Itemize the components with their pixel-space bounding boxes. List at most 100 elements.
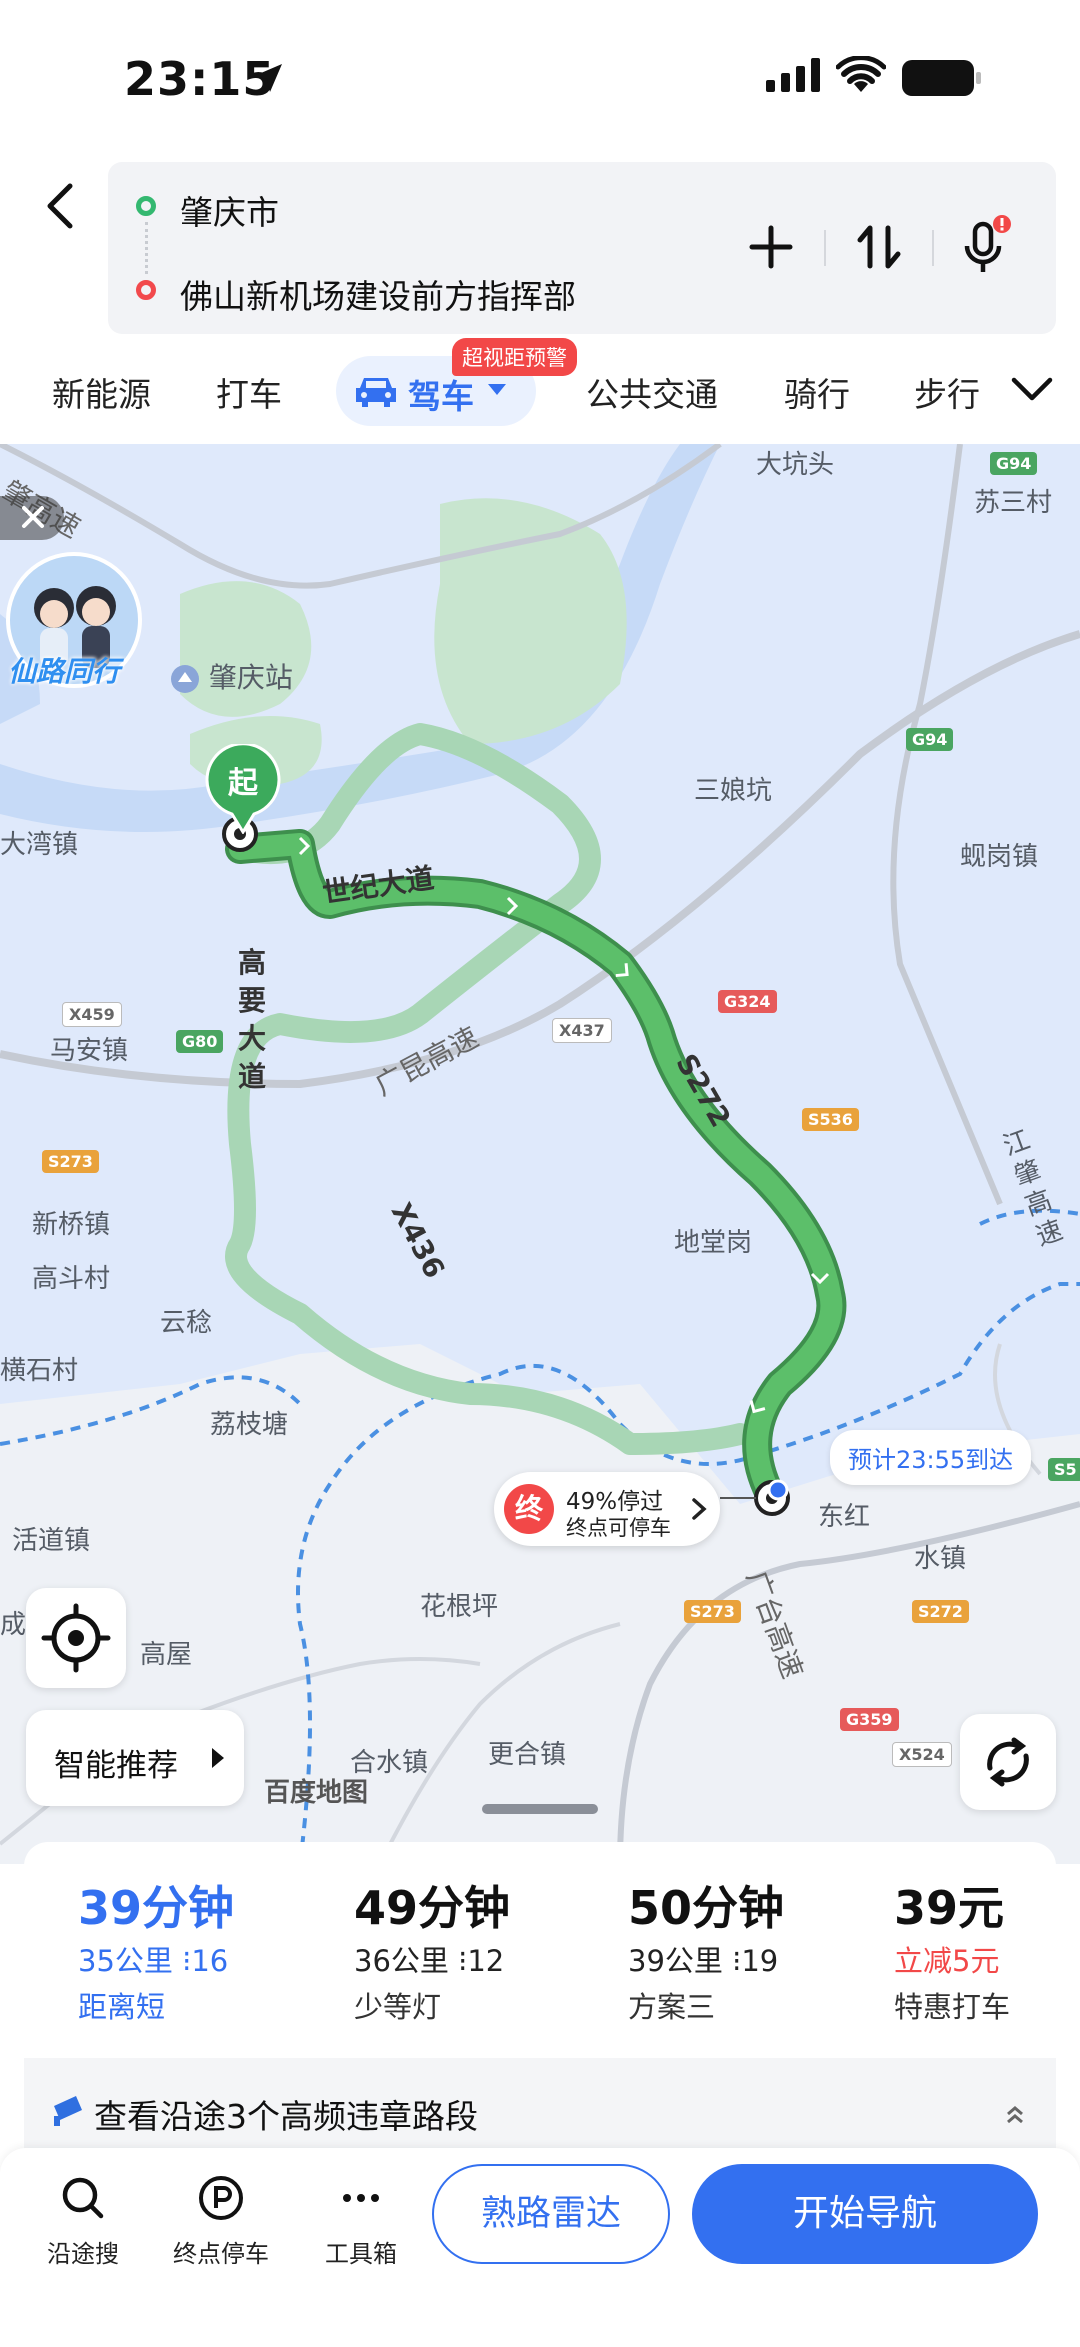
provincial-road-tag: S273 [42,1150,99,1173]
destination-parking-chip[interactable]: 终 49%停过 终点可停车 [494,1472,720,1546]
close-overlay-button[interactable] [0,496,64,540]
tab-new-energy[interactable]: 新能源 [52,368,151,416]
origin-field[interactable]: 肇庆市 [180,186,279,234]
back-chevron-icon[interactable] [40,180,80,232]
sheet-drag-handle[interactable] [482,1804,598,1814]
tab-public-transit[interactable]: 公共交通 [586,368,718,416]
plan-note: 距离短 [78,1990,166,2024]
destination-field[interactable]: 佛山新机场建设前方指挥部 [180,270,576,318]
map-label: 活道镇 [12,1526,91,1556]
map-label: 更合镇 [488,1740,567,1770]
route-plan-option[interactable]: 50分钟 39公里 ⁝19 方案三 [628,1872,784,2026]
map-label: 马安镇 [50,1036,129,1066]
route-plan-option[interactable]: 49分钟 36公里 ⁝12 少等灯 [354,1872,510,2026]
highway-tag: S5 [1048,1458,1080,1481]
provincial-road-tag: S273 [684,1600,741,1623]
close-icon [22,506,44,528]
highway-tag: G94 [990,452,1038,475]
tab-cycling[interactable]: 骑行 [784,368,850,416]
avatar-label: 仙路同行 [8,655,121,688]
traffic-light-icon: ⁝ [182,1944,192,1978]
plan-distance: 35公里 ⁝16 [78,1938,234,1978]
route-connector [145,222,148,274]
smart-recommend-label: 智能推荐 [54,1748,178,1784]
chevron-down-icon[interactable] [1010,374,1054,404]
plan-lights: 12 [467,1944,505,1978]
crosshair-icon [41,1603,111,1673]
add-waypoint-icon[interactable] [736,212,806,282]
destination-parking-button[interactable]: 终点停车 [166,2168,276,2269]
divider [932,230,934,266]
train-station-icon [171,665,199,693]
map-label: 云稔 [160,1308,213,1338]
start-navigation-button[interactable]: 开始导航 [692,2164,1038,2264]
start-pin-label: 起 [228,766,258,801]
eta-label: 预计23:55到达 [830,1430,1032,1485]
plan-note: 特惠打车 [894,1990,1011,2024]
parking-note: 终点可停车 [566,1516,671,1540]
plan-duration: 49分钟 [354,1881,511,1935]
wifi-icon [836,56,886,92]
refresh-route-button[interactable] [960,1714,1056,1810]
parking-rate: 49%停过 [566,1489,664,1515]
route-plans-panel: 39分钟 35公里 ⁝16 距离短 49分钟 36公里 ⁝12 少等灯 50分钟… [24,1842,1056,2058]
map-label: 地堂岗 [674,1228,753,1258]
swap-route-icon[interactable] [844,212,914,282]
plan-distance: 39公里 ⁝19 [628,1938,784,1978]
plan-duration: 39分钟 [78,1881,235,1935]
route-input-box: 肇庆市 佛山新机场建设前方指挥部 [108,162,1056,334]
plan-note: 少等灯 [354,1990,442,2024]
play-triangle-icon [212,1748,224,1768]
car-icon [356,378,396,407]
map-label: 高屋 [140,1640,193,1670]
map-label: 高斗村 [32,1264,111,1294]
tab-taxi[interactable]: 打车 [216,368,282,416]
violation-text: 查看沿途3个高频违章路段 [94,2097,478,2136]
traffic-light-icon: ⁝ [732,1944,742,1978]
microphone-icon[interactable] [948,212,1018,282]
locate-me-button[interactable] [26,1588,126,1688]
map-label: 三娘坑 [694,776,773,806]
end-marker-icon: 终 [504,1484,554,1534]
highway-tag: G94 [906,728,954,751]
route-plan-option[interactable]: 39分钟 35公里 ⁝16 距离短 [78,1872,234,2026]
plan-lights: 16 [191,1944,229,1978]
bottom-action-bar: 沿途搜 终点停车 工具箱 熟路雷达 开始导航 [0,2148,1080,2347]
search-along-button[interactable]: 沿途搜 [28,2168,138,2269]
chevron-up-double-icon [1007,2106,1023,2124]
road-label: 高要大道 [238,946,267,1093]
taxi-plan-option[interactable]: 39元 立减5元 特惠打车 [894,1872,1010,2026]
toolbox-button[interactable]: 工具箱 [306,2168,416,2269]
map-label: 蚬岗镇 [960,842,1039,872]
baidu-map-logo: 百度地图 [264,1772,368,1809]
cellular-signal-icon [766,58,820,92]
toolbox-label: 工具箱 [325,2240,397,2268]
map-label: 苏三村 [974,488,1053,518]
map-label: 横石村 [0,1356,79,1386]
station-label: 肇庆站 [170,656,293,696]
taxi-price: 39元 [894,1881,1005,1935]
start-marker: 起 [204,742,282,838]
origin-dot-icon [136,196,156,216]
smart-recommend-button[interactable]: 智能推荐 [26,1710,244,1806]
familiar-route-radar-button[interactable]: 熟路雷达 [432,2164,670,2264]
route-map[interactable]: 大坑头 苏三村 三娘坑 蚬岗镇 大湾镇 马安镇 新桥镇 高斗村 云稔 横石村 地… [0,444,1080,1864]
county-road-tag: X437 [552,1018,612,1043]
station-name: 肇庆站 [208,661,293,694]
map-label: 花根坪 [420,1592,499,1622]
chevron-right-icon [692,1498,707,1520]
map-label: 水镇 [914,1544,967,1574]
map-label: 东红 [818,1502,871,1532]
parking-icon [199,2176,243,2220]
refresh-icon [987,1737,1029,1787]
destination-dot-icon [136,280,156,300]
divider [824,230,826,266]
national-road-tag: G324 [718,990,777,1013]
map-label: 大湾镇 [0,830,79,860]
logo-text: 百度地图 [264,1778,369,1808]
taxi-discount: 立减5元 [894,1944,1000,1978]
tab-walking[interactable]: 步行 [914,368,980,416]
county-road-tag: X459 [62,1002,122,1027]
county-road-tag: X524 [892,1742,952,1767]
traffic-light-icon: ⁝ [458,1944,468,1978]
